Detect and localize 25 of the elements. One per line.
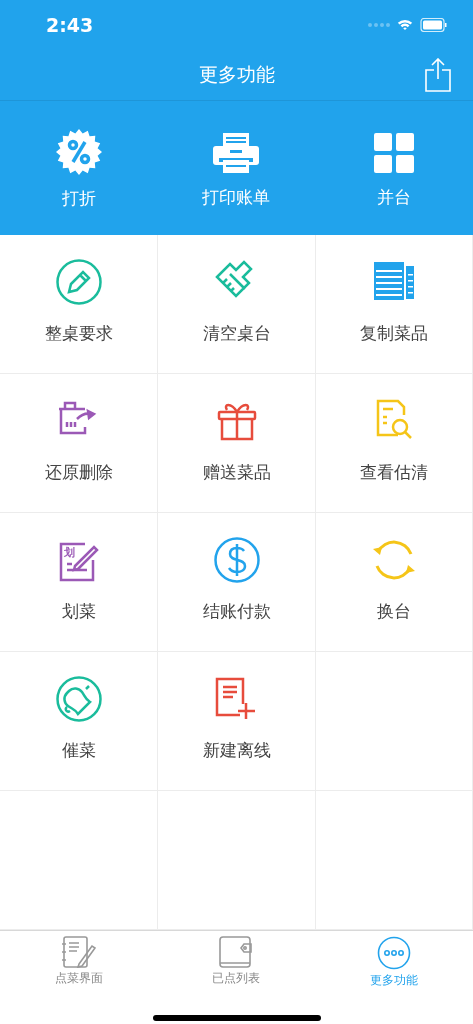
function-tile[interactable]: 新建离线 [158, 652, 316, 791]
wifi-icon [396, 18, 414, 32]
function-tile[interactable]: 整桌要求 [0, 235, 158, 374]
tab-bar-item[interactable]: 已点列表 [157, 931, 316, 989]
discount-badge-icon [55, 128, 102, 175]
printer-icon [213, 131, 260, 174]
tab-bar-item[interactable]: 点菜界面 [0, 931, 158, 989]
status-time: 2:43 [46, 14, 94, 36]
signal-icon [368, 22, 390, 28]
share-button[interactable] [425, 58, 451, 92]
function-tile[interactable]: 催菜 [0, 652, 158, 791]
function-tile[interactable]: 清空桌台 [158, 235, 316, 374]
function-tile[interactable]: 查看估清 [316, 374, 473, 513]
more-circle-icon [377, 936, 412, 970]
notebook-pencil-icon [60, 936, 97, 968]
function-tile[interactable]: 还原删除 [0, 374, 158, 513]
function-tile[interactable]: 换台 [316, 513, 473, 652]
function-tile[interactable]: 结账付款 [158, 513, 316, 652]
grid-icon [374, 132, 415, 173]
battery-icon [420, 18, 447, 32]
function-tile[interactable]: 复制菜品 [316, 235, 473, 374]
wallet-icon [219, 936, 254, 968]
function-tile[interactable]: 划 划菜 [0, 513, 158, 652]
page-title: 更多功能 [198, 62, 275, 87]
function-tile[interactable]: 赠送菜品 [158, 374, 316, 513]
